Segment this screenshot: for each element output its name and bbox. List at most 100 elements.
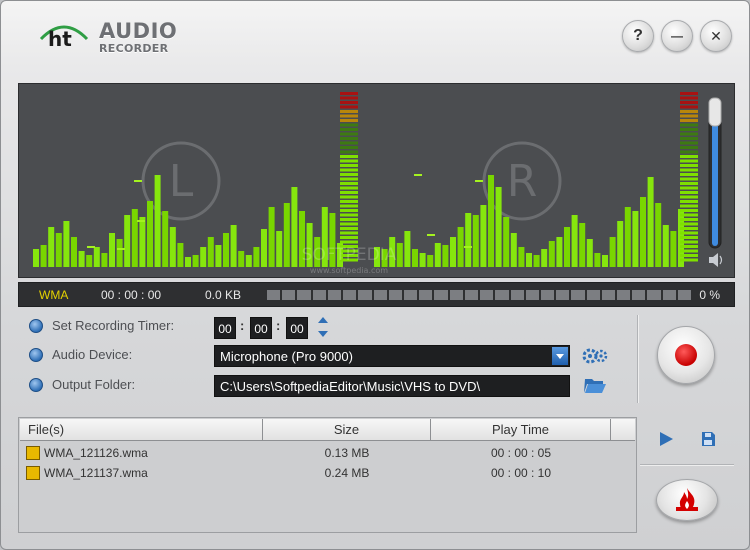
minimize-button[interactable]: — bbox=[661, 20, 693, 52]
close-button[interactable]: ✕ bbox=[700, 20, 732, 52]
vu-meter-segment bbox=[340, 177, 358, 181]
progress-segment bbox=[510, 290, 524, 300]
timer-minutes-input[interactable]: 00 bbox=[250, 317, 272, 339]
file-play-time: 00 : 00 : 10 bbox=[490, 466, 552, 480]
progress-segment bbox=[480, 290, 494, 300]
speaker-icon[interactable] bbox=[709, 253, 723, 267]
timer-radio[interactable] bbox=[29, 319, 43, 333]
vu-meter-segment bbox=[680, 119, 698, 122]
spectrum-bar bbox=[480, 205, 487, 267]
spectrum-bar bbox=[518, 247, 525, 267]
timer-colon: : bbox=[240, 318, 245, 333]
gears-icon[interactable] bbox=[582, 346, 608, 366]
vu-meter-segment bbox=[680, 249, 698, 253]
app-title-line2: RECORDER bbox=[99, 42, 169, 55]
vu-meter-segment bbox=[680, 222, 698, 226]
output-folder-input[interactable]: C:\Users\SoftpediaEditor\Music\VHS to DV… bbox=[214, 375, 570, 397]
vu-meter-segment bbox=[680, 159, 698, 163]
progress-segment bbox=[403, 290, 418, 300]
peak-marker bbox=[464, 246, 472, 248]
minimize-icon: — bbox=[671, 29, 683, 43]
play-icon[interactable] bbox=[658, 431, 674, 447]
vu-meter-segment bbox=[340, 114, 358, 118]
spectrum-bar bbox=[602, 255, 608, 267]
spectrum-bar bbox=[93, 247, 100, 267]
vu-meter-segment bbox=[340, 150, 358, 154]
spectrum-bar bbox=[541, 249, 548, 267]
progress-segment bbox=[647, 290, 661, 300]
progress-segment bbox=[388, 290, 402, 300]
progress-segment bbox=[556, 290, 570, 300]
logo-mark: ht bbox=[48, 27, 72, 49]
spectrum-bar bbox=[404, 231, 411, 267]
progress-segment bbox=[617, 290, 631, 300]
timer-spinner[interactable] bbox=[316, 314, 330, 340]
flame-icon bbox=[676, 488, 698, 511]
file-play-time: 00 : 00 : 05 bbox=[490, 446, 552, 460]
record-button[interactable] bbox=[657, 326, 715, 384]
format-label: WMA bbox=[39, 288, 69, 302]
burn-button[interactable] bbox=[656, 479, 718, 521]
vu-meter-segment bbox=[340, 92, 358, 95]
spectrum-bar bbox=[177, 243, 184, 267]
vu-meter-segment bbox=[680, 195, 698, 199]
spectrum-bar bbox=[412, 249, 418, 267]
table-row[interactable]: WMA_121126.wma 0.13 MB 00 : 00 : 05 bbox=[20, 443, 635, 463]
progress-segment bbox=[601, 290, 616, 300]
audio-device-value: Microphone (Pro 9000) bbox=[220, 349, 353, 364]
spectrum-bar bbox=[427, 255, 434, 267]
vu-meter-segment bbox=[340, 236, 358, 239]
column-header-play-time[interactable]: Play Time bbox=[431, 419, 611, 440]
column-header-size[interactable]: Size bbox=[263, 419, 431, 440]
app-title-line1: AUDIO bbox=[99, 19, 178, 43]
vu-meter-segment bbox=[340, 96, 358, 100]
vu-meter-segment bbox=[340, 209, 358, 212]
left-channel-label: L bbox=[169, 156, 194, 207]
table-row[interactable]: WMA_121137.wma 0.24 MB 00 : 00 : 10 bbox=[20, 463, 635, 483]
volume-slider-handle[interactable] bbox=[708, 97, 722, 127]
spin-up-icon[interactable] bbox=[318, 317, 328, 323]
folder-label: Output Folder: bbox=[52, 377, 136, 392]
spectrum-bar bbox=[396, 243, 403, 267]
right-channel-label: R bbox=[507, 156, 538, 207]
folder-radio[interactable] bbox=[29, 378, 43, 392]
progress-segment bbox=[343, 290, 357, 300]
timer-label: Set Recording Timer: bbox=[52, 318, 175, 333]
spectrum-bar bbox=[215, 245, 222, 267]
spin-down-icon[interactable] bbox=[318, 331, 328, 337]
device-radio[interactable] bbox=[29, 348, 43, 362]
progress-segment bbox=[540, 290, 555, 300]
chevron-down-icon[interactable] bbox=[552, 347, 568, 365]
settings-panel: Set Recording Timer: 00 : 00 : 00 Audio … bbox=[18, 311, 634, 403]
help-button[interactable]: ? bbox=[622, 20, 654, 52]
vu-meter-segment bbox=[680, 173, 698, 176]
spectrum-bar bbox=[465, 213, 472, 267]
progress-segment bbox=[495, 290, 509, 300]
vu-meter-segment bbox=[680, 200, 698, 203]
spectrum-bar bbox=[124, 215, 131, 267]
file-list-header: File(s) Size Play Time bbox=[20, 419, 635, 441]
timer-seconds-input[interactable]: 00 bbox=[286, 317, 308, 339]
progress-segment bbox=[662, 290, 676, 300]
column-header-files[interactable]: File(s) bbox=[20, 419, 263, 440]
file-name: WMA_121137.wma bbox=[44, 466, 148, 480]
timer-hours-input[interactable]: 00 bbox=[214, 317, 236, 339]
spectrum-bar bbox=[609, 237, 616, 267]
vu-meter-segment bbox=[340, 173, 358, 176]
file-size: 0.24 MB bbox=[324, 466, 370, 480]
vu-meter-segment bbox=[340, 195, 358, 199]
vu-meter-segment bbox=[340, 240, 358, 244]
ht-logo-icon: ht bbox=[39, 25, 89, 49]
folder-open-icon[interactable] bbox=[582, 375, 608, 395]
vu-meter-segment bbox=[340, 137, 358, 140]
spectrum-bar bbox=[253, 247, 260, 267]
audio-device-select[interactable]: Microphone (Pro 9000) bbox=[214, 345, 570, 367]
spectrum-bar bbox=[78, 251, 85, 267]
vu-meter-segment bbox=[680, 204, 698, 208]
vu-meter-segment bbox=[340, 182, 358, 185]
vu-meter-segment bbox=[680, 141, 698, 145]
vu-meter-segment bbox=[340, 128, 358, 131]
spectrum-bar bbox=[533, 255, 540, 267]
save-icon[interactable] bbox=[700, 431, 716, 447]
spectrum-bar bbox=[109, 233, 115, 267]
